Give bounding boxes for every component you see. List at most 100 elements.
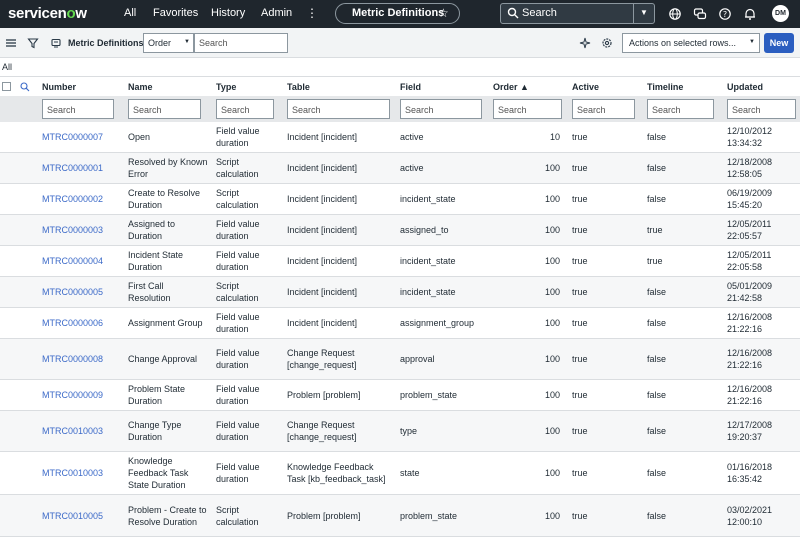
column-header-number[interactable]: Number [42, 82, 76, 92]
globe-icon[interactable] [668, 7, 682, 21]
nav-history[interactable]: History [211, 7, 245, 19]
table-row[interactable]: MTRC0000004 Incident State Duration Field … [0, 246, 800, 277]
column-header-order[interactable]: Order ▲ [493, 82, 529, 92]
global-search[interactable]: Search ▼ [500, 3, 655, 24]
bell-icon[interactable] [743, 7, 757, 21]
nav-all[interactable]: All [124, 7, 136, 19]
table-row[interactable]: MTRC0000009 Problem State Duration Field v… [0, 380, 800, 411]
cell-name: Assigned to Duration [128, 219, 176, 241]
cell-name: Resolved by Known Error [128, 157, 208, 179]
cell-order: 100 [544, 390, 560, 400]
cell-type: Script calculation [216, 157, 259, 179]
table-row[interactable]: MTRC0000005 First Call Resolution Script c… [0, 277, 800, 308]
table-row[interactable]: MTRC0000006 Assignment Group Field value d… [0, 308, 800, 339]
cell-field: assignment_group [400, 318, 475, 328]
table-row[interactable]: MTRC0000002 Create to Resolve Duration Scr… [0, 184, 800, 215]
cell-type: Field value duration [216, 219, 260, 241]
favorite-star-icon[interactable]: ☆ [438, 6, 449, 20]
settings-gear-icon[interactable] [601, 37, 613, 49]
cell-active: true [572, 426, 588, 436]
cell-timeline: false [647, 426, 667, 436]
cell-active: true [572, 287, 588, 297]
cell-number[interactable]: MTRC0010005 [42, 510, 122, 522]
nav-favorites[interactable]: Favorites [153, 7, 198, 19]
cell-number[interactable]: MTRC0000004 [42, 255, 122, 267]
column-header-updated[interactable]: Updated [727, 82, 763, 92]
filter-input-field[interactable]: Search [400, 99, 482, 119]
cell-name: Change Type Duration [128, 420, 182, 442]
global-search-input[interactable]: Search [522, 7, 557, 19]
cell-number[interactable]: MTRC0000001 [42, 162, 122, 174]
table-row[interactable]: MTRC0000003 Assigned to Duration Field val… [0, 215, 800, 246]
filter-input-type[interactable]: Search [216, 99, 274, 119]
select-all-checkbox[interactable] [2, 82, 11, 91]
user-avatar[interactable]: DM [772, 5, 789, 22]
filter-input-table[interactable]: Search [287, 99, 390, 119]
table-row[interactable]: MTRC0010003 Knowledge Feedback Task State… [0, 452, 800, 495]
breadcrumb[interactable]: All [2, 62, 12, 72]
cell-order: 100 [544, 354, 560, 364]
cell-number[interactable]: MTRC0000009 [42, 389, 122, 401]
hamburger-menu-icon[interactable] [5, 37, 17, 49]
cell-table: Incident [incident] [287, 256, 358, 266]
table-row[interactable]: MTRC0000008 Change Approval Field value du… [0, 339, 800, 380]
column-search-icon[interactable] [20, 82, 30, 92]
help-icon[interactable]: ? [718, 7, 732, 21]
filter-input-updated[interactable]: Search [727, 99, 796, 119]
search-icon [507, 7, 519, 19]
cell-name: Incident State Duration [128, 250, 184, 272]
cell-number[interactable]: MTRC0010003 [42, 425, 122, 437]
list-search-input[interactable]: Search [194, 33, 288, 53]
column-header-type[interactable]: Type [216, 82, 236, 92]
column-header-active[interactable]: Active [572, 82, 599, 92]
cell-number[interactable]: MTRC0000008 [42, 353, 122, 365]
column-filter-row: Search Search Search Search Search Searc… [0, 96, 800, 122]
nav-admin[interactable]: Admin [261, 7, 292, 19]
cell-number[interactable]: MTRC0000007 [42, 131, 122, 143]
servicenow-logo[interactable]: servicenow [8, 5, 87, 22]
search-field-select[interactable]: Order ▼ [143, 33, 194, 53]
column-header-table[interactable]: Table [287, 82, 310, 92]
filter-input-order[interactable]: Search [493, 99, 562, 119]
cell-field: active [400, 132, 424, 142]
table-row[interactable]: MTRC0000007 Open Field value duration Incid… [0, 122, 800, 153]
column-header-field[interactable]: Field [400, 82, 421, 92]
cell-order: 100 [544, 256, 560, 266]
actions-select-label: Actions on selected rows... [629, 38, 737, 48]
cell-type: Field value duration [216, 250, 260, 272]
cell-number[interactable]: MTRC0000006 [42, 317, 122, 329]
search-scope-dropdown[interactable]: ▼ [633, 4, 654, 23]
cell-timeline: false [647, 390, 667, 400]
column-header-timeline[interactable]: Timeline [647, 82, 683, 92]
cell-updated: 12/18/2008 12:58:05 [727, 157, 773, 179]
cell-type: Field value duration [216, 312, 260, 334]
cell-number[interactable]: MTRC0000002 [42, 193, 122, 205]
cell-timeline: false [647, 318, 667, 328]
more-menu-icon[interactable]: ⋮ [306, 6, 318, 20]
filter-input-name[interactable]: Search [128, 99, 201, 119]
table-row[interactable]: MTRC0010003 Change Type Duration Field val… [0, 411, 800, 452]
cell-timeline: false [647, 468, 667, 478]
cell-table: Incident [incident] [287, 132, 358, 142]
column-header-name[interactable]: Name [128, 82, 153, 92]
filter-input-timeline[interactable]: Search [647, 99, 714, 119]
filter-icon[interactable] [27, 37, 39, 49]
context-title-pill[interactable]: Metric Definitions ☆ [335, 3, 460, 24]
actions-on-selected-rows-select[interactable]: Actions on selected rows... ▼ [622, 33, 760, 53]
cell-number[interactable]: MTRC0010003 [42, 467, 122, 479]
cell-name: Create to Resolve Duration [128, 188, 201, 210]
table-row[interactable]: MTRC0010005 Problem - Create to Resolve D… [0, 495, 800, 537]
filter-input-active[interactable]: Search [572, 99, 635, 119]
cell-number[interactable]: MTRC0000003 [42, 224, 122, 236]
table-row[interactable]: MTRC0000001 Resolved by Known Error Script… [0, 153, 800, 184]
filter-input-number[interactable]: Search [42, 99, 114, 119]
cell-updated: 12/16/2008 21:22:16 [727, 348, 773, 370]
cell-number[interactable]: MTRC0000005 [42, 286, 122, 298]
cell-name: Knowledge Feedback Task State Duration [128, 456, 189, 490]
list-context-icon[interactable] [50, 37, 62, 49]
new-button[interactable]: New [764, 33, 794, 53]
cell-updated: 05/01/2009 21:42:58 [727, 281, 773, 303]
cell-name: Problem State Duration [128, 384, 186, 406]
sparkle-icon[interactable] [579, 37, 591, 49]
chat-icon[interactable] [693, 7, 707, 21]
